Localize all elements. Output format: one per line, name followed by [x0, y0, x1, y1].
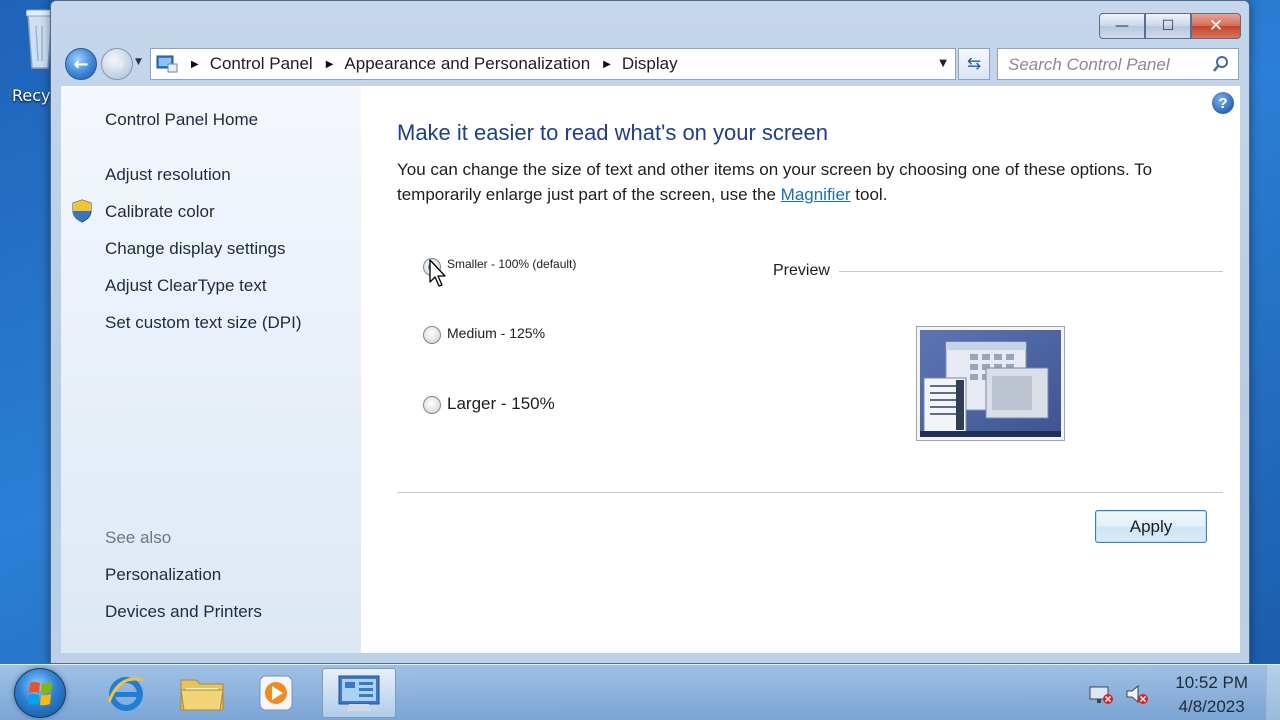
- control-panel-window: — ☐ ✕ ← → ▼ ▶ Control Panel ▶ Appearance…: [50, 0, 1250, 664]
- show-desktop-button[interactable]: [1266, 665, 1280, 720]
- section-divider: [397, 492, 1223, 493]
- refresh-icon: ⇆: [966, 54, 982, 74]
- taskbar-internet-explorer[interactable]: [92, 668, 160, 718]
- desktop-recycle-bin[interactable]: Recy: [0, 0, 54, 130]
- control-panel-icon: [338, 675, 380, 711]
- devices-printers-link[interactable]: Devices and Printers: [105, 602, 262, 622]
- address-dropdown-icon[interactable]: ▼: [939, 58, 947, 69]
- search-icon[interactable]: [1212, 55, 1230, 73]
- adjust-cleartype-link[interactable]: Adjust ClearType text: [105, 276, 267, 296]
- preview-divider: [839, 271, 1223, 272]
- page-title: Make it easier to read what's on your sc…: [397, 120, 828, 145]
- preview-label: Preview: [773, 262, 830, 279]
- breadcrumb: ▶ Control Panel ▶ Appearance and Persona…: [178, 54, 678, 74]
- preview-desktop-icon: [920, 330, 1061, 437]
- breadcrumb-appearance[interactable]: Appearance and Personalization: [344, 54, 590, 74]
- refresh-button[interactable]: ⇆: [958, 48, 990, 80]
- maximize-button[interactable]: ☐: [1145, 13, 1191, 39]
- caption-buttons: — ☐ ✕: [1099, 13, 1241, 39]
- main-content: ? Make it easier to read what's on your …: [361, 86, 1240, 653]
- media-player-icon: [259, 675, 293, 711]
- system-clock[interactable]: 10:52 PM 4/8/2023: [1175, 671, 1248, 719]
- windows-logo-icon: [28, 682, 52, 706]
- see-also-heading: See also: [105, 528, 172, 547]
- arrow-right-icon: →: [109, 53, 125, 75]
- chevron-right-icon[interactable]: ▶: [191, 59, 199, 70]
- help-icon[interactable]: ?: [1212, 92, 1234, 114]
- chevron-right-icon[interactable]: ▶: [603, 59, 611, 70]
- clock-time: 10:52 PM: [1175, 673, 1248, 692]
- calibrate-color-link[interactable]: Calibrate color: [105, 202, 215, 222]
- control-panel-icon: [156, 55, 178, 73]
- breadcrumb-control-panel[interactable]: Control Panel: [210, 54, 313, 74]
- option-larger-label[interactable]: Larger - 150%: [447, 394, 555, 414]
- radio-larger[interactable]: [423, 396, 441, 414]
- description-end: tool.: [850, 185, 888, 204]
- recycle-bin-label: Recy: [12, 86, 51, 105]
- breadcrumb-display[interactable]: Display: [622, 54, 678, 74]
- close-button[interactable]: ✕: [1191, 13, 1241, 39]
- taskbar-media-player[interactable]: [242, 668, 310, 718]
- option-medium[interactable]: Medium - 125%: [423, 325, 545, 344]
- forward-button[interactable]: →: [101, 48, 133, 80]
- description-start: You can change the size of text and othe…: [397, 160, 1153, 204]
- description-text: You can change the size of text and othe…: [397, 157, 1227, 207]
- uac-shield-icon: [72, 199, 92, 223]
- mouse-cursor-icon: [429, 259, 446, 287]
- taskbar: 10:52 PM 4/8/2023: [0, 664, 1280, 720]
- magnifier-link[interactable]: Magnifier: [781, 185, 851, 204]
- apply-button[interactable]: Apply: [1095, 510, 1207, 543]
- custom-dpi-link[interactable]: Set custom text size (DPI): [105, 313, 302, 333]
- search-placeholder: Search Control Panel: [1008, 55, 1170, 74]
- clock-date: 4/8/2023: [1178, 697, 1245, 716]
- personalization-link[interactable]: Personalization: [105, 565, 221, 585]
- radio-medium[interactable]: [423, 326, 441, 344]
- change-display-settings-link[interactable]: Change display settings: [105, 239, 286, 259]
- arrow-left-icon: ←: [73, 53, 89, 75]
- minimize-button[interactable]: —: [1099, 13, 1145, 39]
- folder-icon: [180, 679, 224, 711]
- control-panel-home-link[interactable]: Control Panel Home: [105, 110, 258, 130]
- option-larger[interactable]: Larger - 150%: [423, 394, 555, 414]
- volume-muted-icon[interactable]: [1124, 683, 1150, 705]
- start-button[interactable]: [14, 668, 66, 718]
- option-medium-label[interactable]: Medium - 125%: [447, 325, 545, 341]
- address-bar[interactable]: ▶ Control Panel ▶ Appearance and Persona…: [150, 48, 956, 80]
- preview-image: [916, 326, 1065, 441]
- internet-explorer-icon: [107, 677, 144, 711]
- taskbar-windows-explorer[interactable]: [168, 668, 236, 718]
- back-button[interactable]: ←: [65, 48, 97, 80]
- option-smaller-label[interactable]: Smaller - 100% (default): [447, 257, 576, 271]
- search-input[interactable]: Search Control Panel: [997, 48, 1239, 80]
- chevron-right-icon[interactable]: ▶: [326, 59, 334, 70]
- adjust-resolution-link[interactable]: Adjust resolution: [105, 165, 231, 185]
- network-disconnected-icon[interactable]: [1088, 683, 1114, 705]
- recent-pages-dropdown[interactable]: ▼: [135, 57, 142, 67]
- task-pane: Control Panel Home Adjust resolution Cal…: [61, 86, 361, 653]
- taskbar-control-panel[interactable]: [322, 668, 396, 718]
